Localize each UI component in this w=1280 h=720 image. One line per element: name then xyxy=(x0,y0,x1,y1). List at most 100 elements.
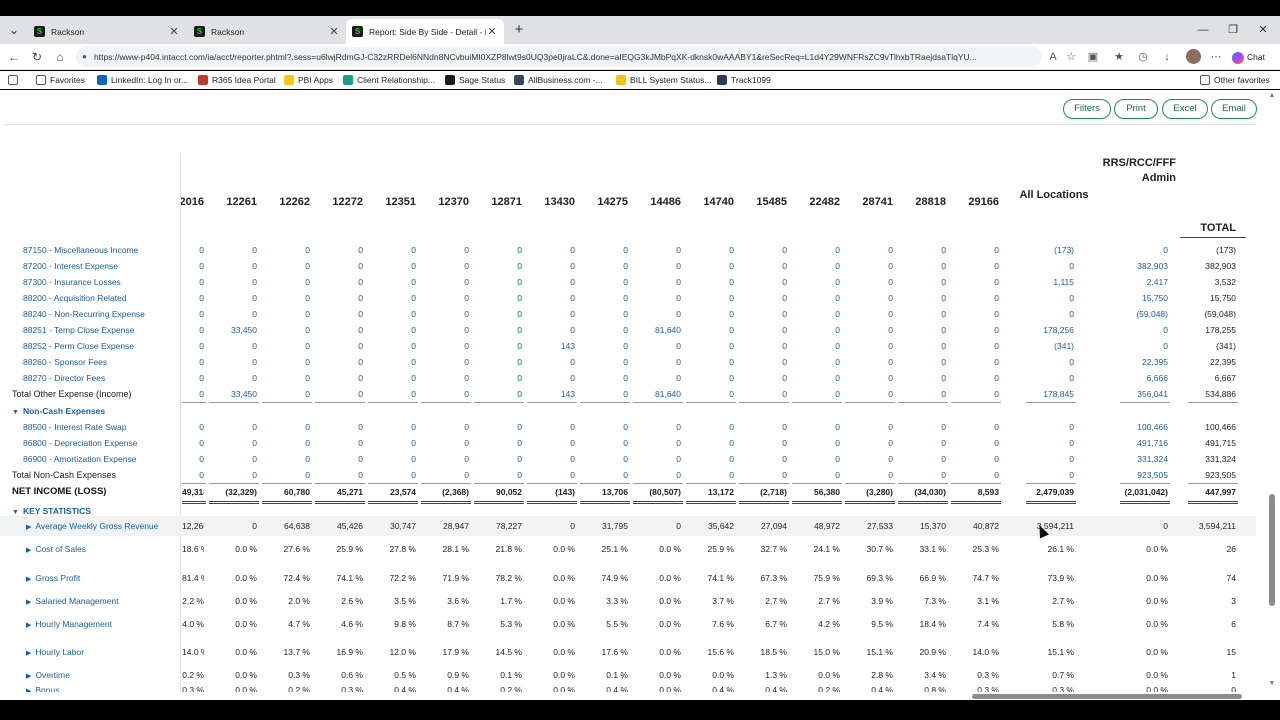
favorite-star-icon[interactable]: ☆ xyxy=(1062,47,1080,67)
table-cell[interactable]: 0 xyxy=(260,290,310,306)
table-cell[interactable]: 0 xyxy=(313,451,363,467)
table-cell[interactable]: 0 xyxy=(525,370,575,386)
table-cell[interactable]: 0 xyxy=(737,306,787,322)
table-cell[interactable]: 0 xyxy=(182,435,204,451)
table-cell[interactable]: 0 xyxy=(896,451,946,467)
table-cell[interactable]: 0 xyxy=(843,467,893,483)
table-cell[interactable]: 0 xyxy=(684,386,734,402)
table-cell[interactable]: 0 xyxy=(843,338,893,354)
table-cell[interactable]: 0 xyxy=(949,242,999,258)
table-cell[interactable]: 0 xyxy=(472,354,522,370)
table-cell[interactable]: 0 xyxy=(737,451,787,467)
table-cell[interactable]: 0 xyxy=(1024,354,1074,370)
tab-report[interactable]: S Report: Side By Side - Detail - Per ✕ xyxy=(346,19,504,44)
table-cell[interactable]: 0 xyxy=(631,435,681,451)
fav-item-track1099[interactable]: Track1099 xyxy=(717,73,771,87)
fav-item-other-favorites[interactable]: Other favorites xyxy=(1200,73,1270,87)
table-cell[interactable]: 0 xyxy=(525,242,575,258)
table-cell[interactable]: 0 xyxy=(631,338,681,354)
read-aloud-icon[interactable]: A xyxy=(1044,47,1062,67)
table-cell[interactable]: 0 xyxy=(737,242,787,258)
table-cell[interactable]: 0 xyxy=(737,290,787,306)
table-cell[interactable]: 0 xyxy=(578,451,628,467)
table-cell[interactable]: 0 xyxy=(631,258,681,274)
table-cell[interactable]: 0 xyxy=(260,274,310,290)
table-cell[interactable]: 0 xyxy=(896,370,946,386)
table-cell[interactable]: 0 xyxy=(419,274,469,290)
table-cell[interactable]: 0 xyxy=(182,242,204,258)
table-cell[interactable]: 0 xyxy=(790,290,840,306)
expand-triangle-icon[interactable]: ▶ xyxy=(26,595,31,611)
table-cell[interactable]: 0 xyxy=(472,370,522,386)
table-cell[interactable]: 331,324 xyxy=(1118,451,1168,467)
table-cell[interactable]: 0 xyxy=(313,274,363,290)
row-label[interactable]: ▶ Hourly Management xyxy=(0,616,112,632)
table-cell[interactable]: 0 xyxy=(737,354,787,370)
table-cell[interactable]: 0 xyxy=(578,370,628,386)
history-icon[interactable]: ◷ xyxy=(1134,47,1152,67)
table-cell[interactable]: 0 xyxy=(578,322,628,338)
table-cell[interactable]: 0 xyxy=(207,242,257,258)
table-cell[interactable]: 0 xyxy=(182,322,204,338)
table-cell[interactable]: 0 xyxy=(949,322,999,338)
table-cell[interactable]: 178,845 xyxy=(1024,386,1074,402)
table-cell[interactable]: 0 xyxy=(896,290,946,306)
table-cell[interactable]: 0 xyxy=(260,386,310,402)
table-cell[interactable]: 0 xyxy=(631,290,681,306)
table-cell[interactable]: 0 xyxy=(790,258,840,274)
table-cell[interactable]: 0 xyxy=(737,435,787,451)
close-icon[interactable]: ✕ xyxy=(328,25,340,38)
table-cell[interactable]: 0 xyxy=(790,306,840,322)
table-cell[interactable]: 0 xyxy=(949,354,999,370)
tab-rackson-2[interactable]: S Rackson ✕ xyxy=(188,19,346,44)
row-label[interactable]: ▶ Average Weekly Gross Revenue xyxy=(0,518,158,534)
table-cell[interactable]: 0 xyxy=(260,322,310,338)
expand-triangle-icon[interactable]: ▶ xyxy=(26,520,31,536)
table-cell[interactable]: 0 xyxy=(182,451,204,467)
table-cell[interactable]: 6,666 xyxy=(1118,370,1168,386)
table-cell[interactable]: 0 xyxy=(366,242,416,258)
restore-icon[interactable]: ❐ xyxy=(1222,20,1244,40)
table-cell[interactable]: 0 xyxy=(472,258,522,274)
table-cell[interactable]: 0 xyxy=(1118,338,1168,354)
table-cell[interactable]: 0 xyxy=(949,435,999,451)
table-cell[interactable]: 0 xyxy=(313,322,363,338)
row-label[interactable]: ▶ Overtime xyxy=(0,667,70,683)
table-cell[interactable]: 0 xyxy=(207,306,257,322)
table-cell[interactable]: 0 xyxy=(207,451,257,467)
reading-list-icon[interactable] xyxy=(8,73,22,87)
table-cell[interactable]: 0 xyxy=(896,338,946,354)
table-cell[interactable]: 0 xyxy=(684,242,734,258)
table-cell[interactable]: 0 xyxy=(313,467,363,483)
table-cell[interactable]: 0 xyxy=(578,338,628,354)
table-cell[interactable]: 0 xyxy=(790,386,840,402)
fav-item-r365[interactable]: R365 Idea Portal xyxy=(198,73,276,87)
table-cell[interactable]: 0 xyxy=(896,467,946,483)
horizontal-scroll-thumb[interactable] xyxy=(972,694,1242,699)
table-cell[interactable]: 0 xyxy=(366,354,416,370)
table-cell[interactable]: 0 xyxy=(684,354,734,370)
table-cell[interactable]: 0 xyxy=(896,419,946,435)
table-cell[interactable]: 0 xyxy=(472,386,522,402)
table-cell[interactable]: 382,903 xyxy=(1118,258,1168,274)
print-button[interactable]: Print xyxy=(1114,99,1158,119)
table-cell[interactable]: 0 xyxy=(207,435,257,451)
table-cell[interactable]: 0 xyxy=(631,370,681,386)
table-cell[interactable]: 0 xyxy=(1024,419,1074,435)
table-cell[interactable]: 0 xyxy=(896,242,946,258)
table-cell[interactable]: 0 xyxy=(313,290,363,306)
table-cell[interactable]: 0 xyxy=(366,467,416,483)
table-cell[interactable]: 0 xyxy=(182,354,204,370)
table-cell[interactable]: 0 xyxy=(472,451,522,467)
close-icon[interactable]: ✕ xyxy=(168,25,180,38)
table-cell[interactable]: 0 xyxy=(949,306,999,322)
tab-menu-chevron-icon[interactable]: ⌄ xyxy=(4,20,24,40)
table-cell[interactable]: 0 xyxy=(843,322,893,338)
table-cell[interactable]: 0 xyxy=(684,451,734,467)
table-cell[interactable]: 0 xyxy=(182,258,204,274)
table-cell[interactable]: 0 xyxy=(525,467,575,483)
expand-triangle-icon[interactable]: ▶ xyxy=(26,646,31,662)
table-cell[interactable]: 0 xyxy=(182,467,204,483)
table-cell[interactable]: 0 xyxy=(578,467,628,483)
row-label[interactable]: 87150 - Miscellaneous Income xyxy=(0,242,138,258)
